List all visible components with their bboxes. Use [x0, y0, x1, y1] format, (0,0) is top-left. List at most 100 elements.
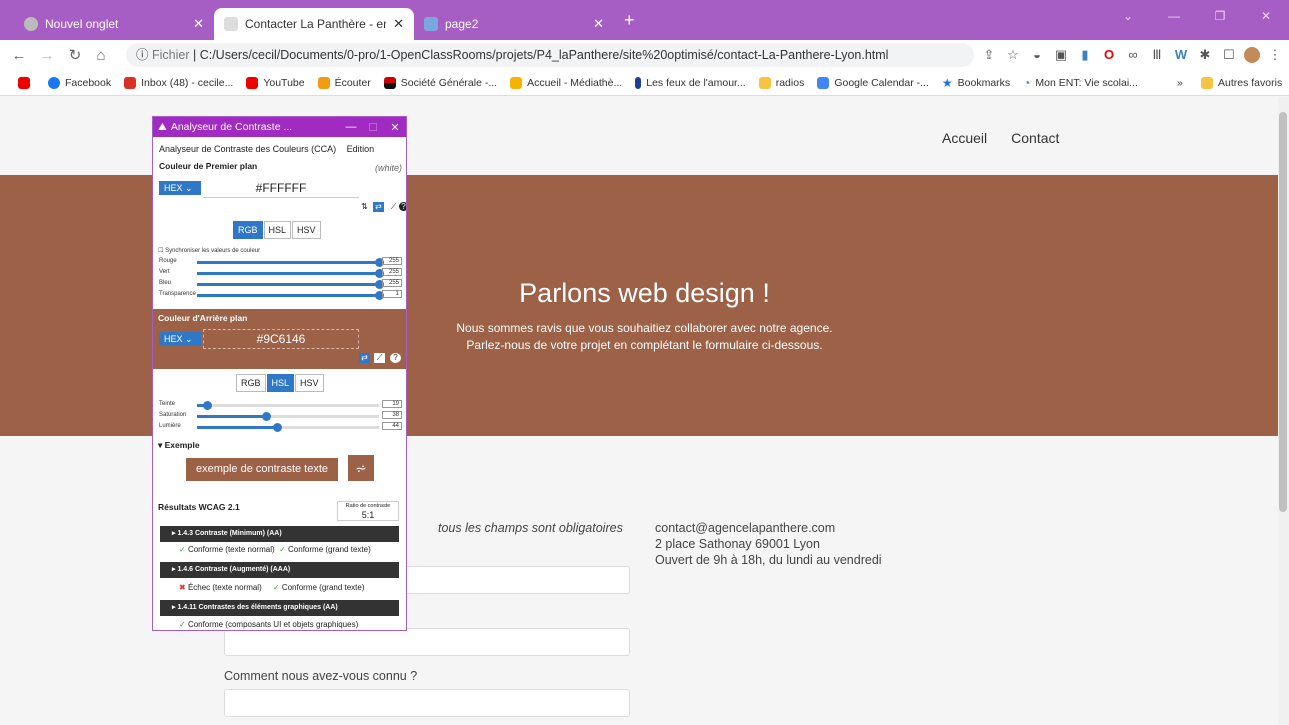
tab-search-icon[interactable]: ⌄	[1105, 0, 1151, 32]
close-window-icon[interactable]: ✕	[1243, 0, 1289, 32]
glasses-icon[interactable]: ∞	[1124, 46, 1142, 64]
help-icon[interactable]: ?	[390, 353, 401, 363]
slider-track[interactable]	[197, 423, 379, 432]
reload-icon[interactable]: ↻	[64, 46, 86, 64]
bg-mode-hsl[interactable]: HSL	[266, 374, 295, 392]
close-icon[interactable]: ✕	[384, 121, 406, 134]
avatar[interactable]	[1244, 47, 1260, 63]
close-icon[interactable]: ✕	[393, 16, 404, 32]
bookmark-item[interactable]: ★ Bookmarks	[942, 76, 1010, 90]
bg-format-select[interactable]: HEX ⌄	[159, 332, 201, 346]
bookmark-item[interactable]: Les feux de l'amour...	[635, 76, 746, 89]
slider-value[interactable]: 1	[382, 290, 402, 298]
slider-value[interactable]: 19	[382, 400, 402, 408]
other-bookmarks[interactable]: Autres favoris	[1201, 76, 1282, 89]
slider-saturation[interactable]: Saturation 38	[159, 411, 404, 421]
extension-icon[interactable]: Ⅲ	[1148, 46, 1166, 64]
bookmark-item[interactable]: YouTube	[246, 76, 305, 89]
drop-icon[interactable]: ◒	[1028, 46, 1046, 64]
slider-value[interactable]: 255	[382, 279, 402, 287]
bookmark-item[interactable]: Inbox (48) - cecile...	[124, 76, 233, 89]
eyedropper-icon[interactable]: ⟋	[388, 202, 399, 212]
help-icon[interactable]: ?	[399, 202, 406, 211]
address-bar[interactable]: ⓘ Fichier | C:/Users/cecil/Documents/0-p…	[126, 43, 974, 67]
tab-new-tab[interactable]: Nouvel onglet ✕	[14, 8, 214, 40]
sync-checkbox[interactable]: ☐	[158, 248, 163, 254]
slider-lumière[interactable]: Lumière 44	[159, 422, 404, 432]
maximize-icon[interactable]: ☐	[362, 121, 384, 134]
menu-cca[interactable]: Analyseur de Contraste des Couleurs (CCA…	[159, 144, 336, 154]
sidebar-icon[interactable]: ☐	[1220, 46, 1238, 64]
criterion-1-4-3[interactable]: ▸ 1.4.3 Contraste (Minimum) (AA)	[160, 526, 399, 542]
form-field[interactable]	[224, 628, 630, 656]
minimize-icon[interactable]: —	[1151, 0, 1197, 32]
slider-handle[interactable]	[202, 401, 212, 410]
page-scrollbar[interactable]	[1278, 97, 1289, 725]
slider-value[interactable]: 255	[382, 268, 402, 276]
bg-hex-input[interactable]: #9C6146	[203, 329, 359, 349]
w-icon[interactable]: W	[1172, 46, 1190, 64]
slider-bleu[interactable]: Bleu 255	[159, 279, 404, 289]
cca-titlebar[interactable]: ⛰ Analyseur de Contraste ... — ☐ ✕	[153, 117, 406, 137]
slider-track[interactable]	[197, 291, 384, 300]
share-icon[interactable]: ⇪	[980, 46, 998, 64]
nav-link-contact[interactable]: Contact	[1011, 130, 1059, 146]
back-icon[interactable]: ←	[8, 47, 30, 64]
bookmark-item[interactable]: Société Générale -...	[383, 76, 497, 89]
tab-page2[interactable]: page2 ✕	[414, 8, 614, 40]
bookmark-item[interactable]: Google Calendar -...	[817, 76, 929, 89]
slider-track[interactable]	[197, 401, 379, 410]
info-icon[interactable]: ⓘ	[136, 48, 152, 62]
bg-mode-hsv[interactable]: HSV	[295, 374, 324, 392]
bookmarks-overflow-button[interactable]: »	[1177, 77, 1183, 89]
bookmark-item[interactable]: radios	[758, 76, 804, 89]
slider-rouge[interactable]: Rouge 255	[159, 257, 404, 267]
criterion-1-4-6[interactable]: ▸ 1.4.6 Contraste (Augmenté) (AAA)	[160, 562, 399, 578]
slider-value[interactable]: 38	[382, 411, 402, 419]
opera-icon[interactable]: O	[1100, 46, 1118, 64]
contact-email[interactable]: contact@agencelapanthere.com	[655, 520, 882, 536]
fg-hex-input[interactable]: #FFFFFF	[203, 178, 359, 198]
slider-value[interactable]: 255	[382, 257, 402, 265]
sync-icon[interactable]: ⇄	[373, 202, 384, 212]
minimize-icon[interactable]: —	[340, 121, 362, 134]
bookmark-item[interactable]	[18, 76, 35, 89]
eyedropper-icon[interactable]: ⟋	[374, 353, 385, 363]
extension-icon[interactable]: ▣	[1052, 46, 1070, 64]
sync-icon[interactable]: ⇄	[359, 353, 370, 363]
slider-track[interactable]	[197, 412, 379, 421]
bg-mode-rgb[interactable]: RGB	[236, 374, 266, 392]
fg-mode-rgb[interactable]: RGB	[233, 221, 263, 239]
nav-link-accueil[interactable]: Accueil	[942, 130, 987, 146]
how-known-input[interactable]	[224, 689, 630, 717]
swap-icon[interactable]: ⇅	[359, 202, 370, 212]
star-icon[interactable]: ☆	[1004, 46, 1022, 64]
bookmark-item[interactable]: Accueil - Médiathè...	[510, 76, 622, 89]
tab-contact[interactable]: Contacter La Panthère - entrepri ✕	[214, 8, 414, 40]
close-icon[interactable]: ✕	[593, 16, 604, 32]
scrollbar-thumb[interactable]	[1279, 112, 1287, 512]
slider-track[interactable]	[197, 269, 384, 278]
new-tab-button[interactable]: +	[624, 10, 635, 31]
slider-teinte[interactable]: Teinte 19	[159, 400, 404, 410]
slider-transparence[interactable]: Transparence 1	[159, 290, 404, 300]
close-icon[interactable]: ✕	[193, 16, 204, 32]
menu-edition[interactable]: Edition	[347, 144, 375, 154]
sync-checkbox-row[interactable]: ☐ Synchroniser les valeurs de couleur	[158, 247, 260, 254]
fg-mode-hsv[interactable]: HSV	[292, 221, 321, 239]
example-heading[interactable]: ▾ Exemple	[158, 440, 200, 451]
fg-format-select[interactable]: HEX ⌄	[159, 181, 201, 195]
bookmark-item[interactable]: Facebook	[48, 76, 111, 89]
bookmark-item[interactable]: ◔ Mon ENT: Vie scolai...	[1023, 76, 1138, 90]
slider-handle[interactable]	[262, 412, 272, 421]
maximize-icon[interactable]: ❐	[1197, 0, 1243, 32]
slider-track[interactable]	[197, 258, 384, 267]
slider-track[interactable]	[197, 280, 384, 289]
fg-mode-hsl[interactable]: HSL	[263, 221, 292, 239]
bookmark-item[interactable]: Écouter	[317, 76, 371, 89]
criterion-1-4-11[interactable]: ▸ 1.4.11 Contrastes des éléments graphiq…	[160, 600, 399, 616]
puzzle-icon[interactable]: ✱	[1196, 46, 1214, 64]
slider-handle[interactable]	[273, 423, 283, 432]
slider-vert[interactable]: Vert 255	[159, 268, 404, 278]
forward-icon[interactable]: →	[36, 47, 58, 64]
